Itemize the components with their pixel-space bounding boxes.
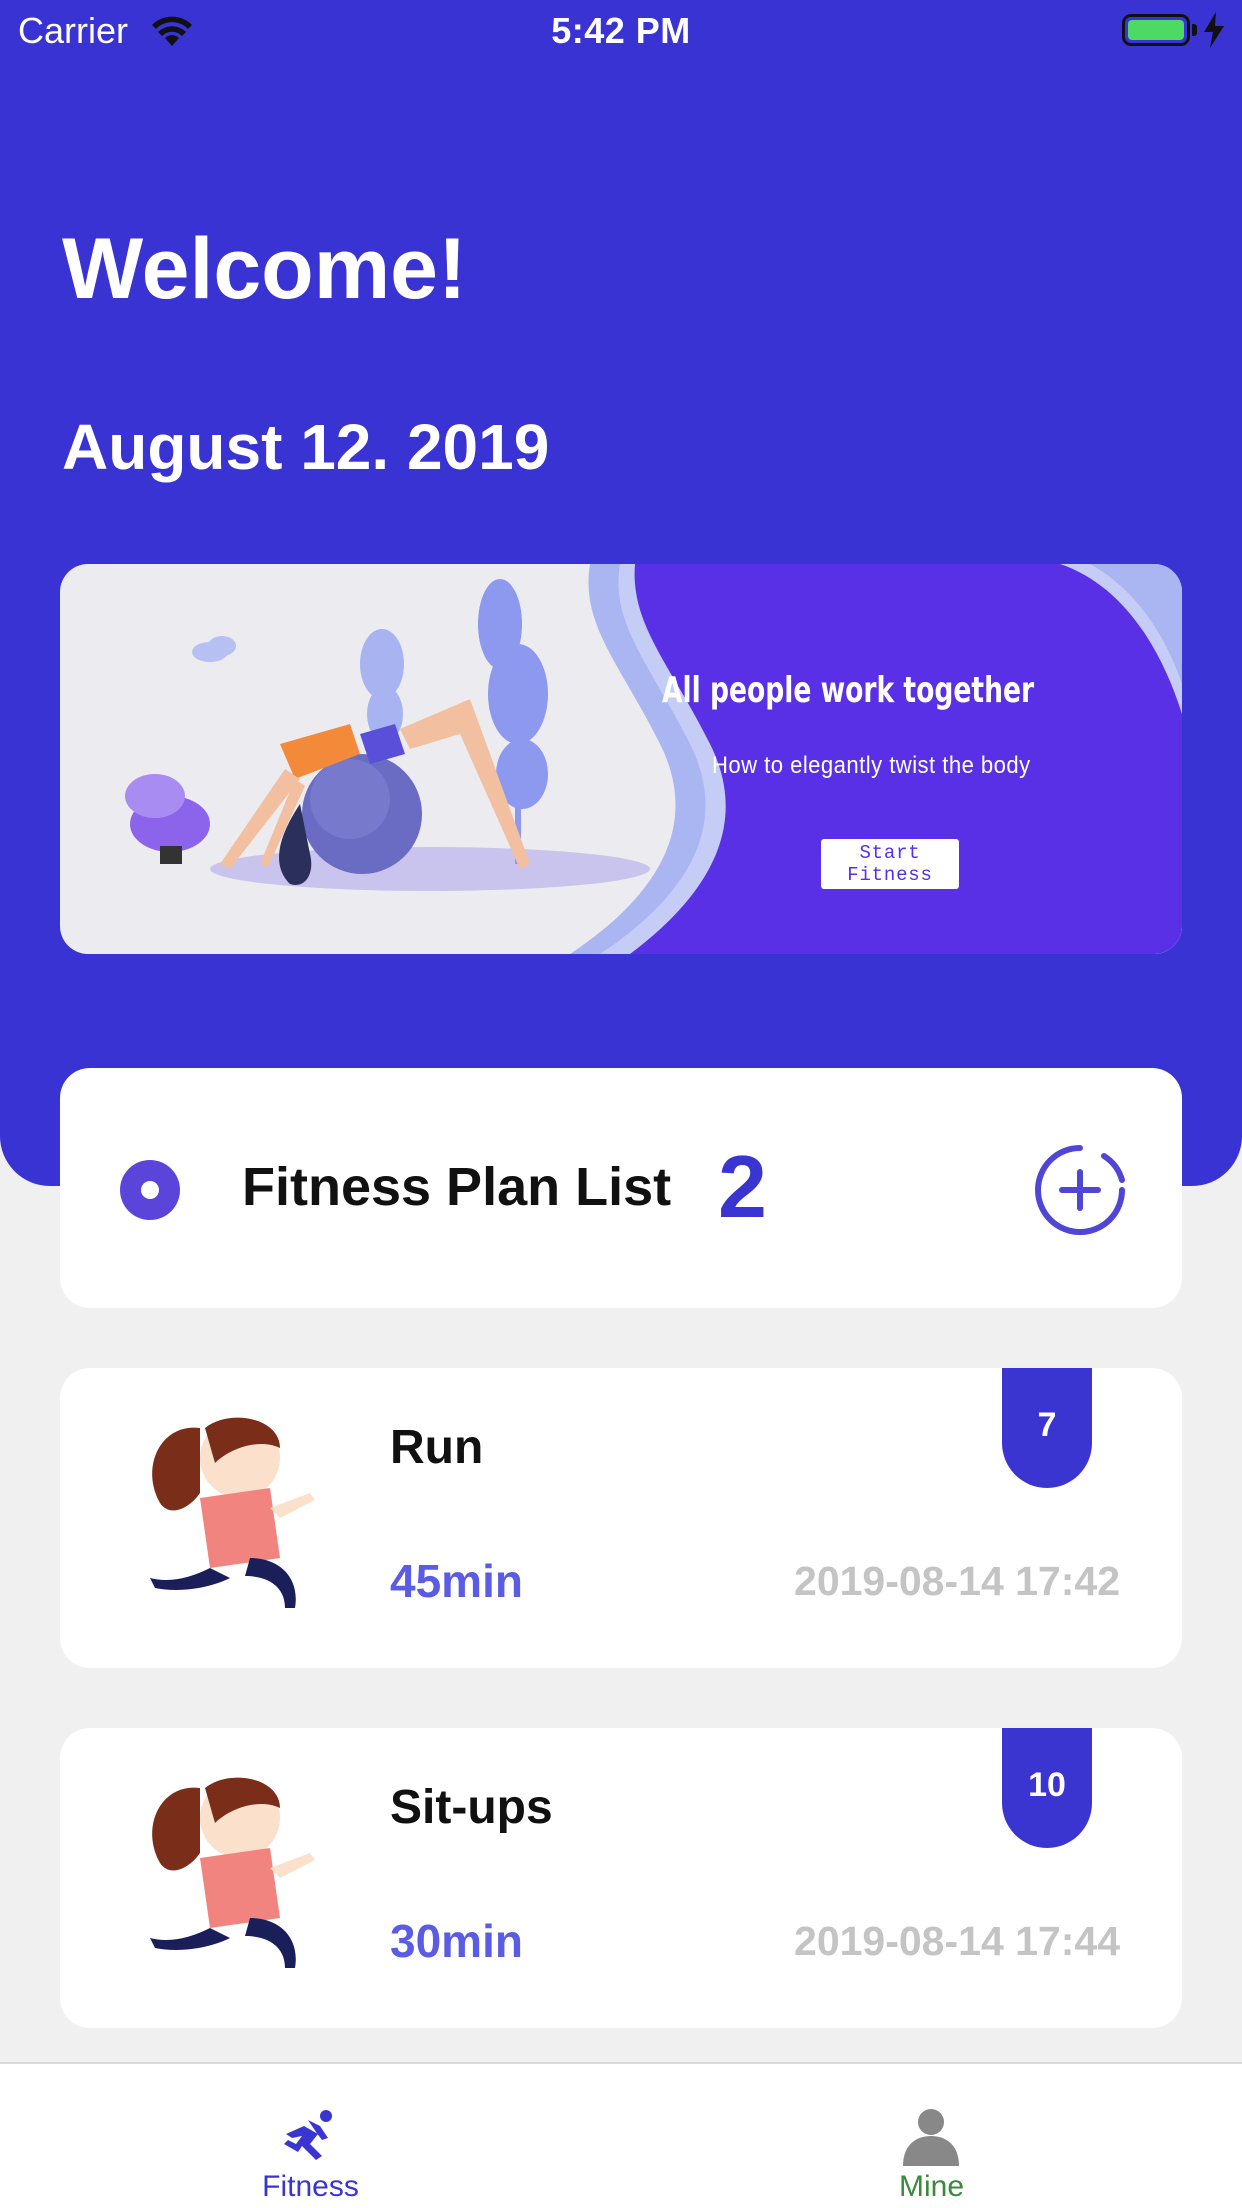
- runner-girl-icon: [150, 1417, 315, 1608]
- item-timestamp: 2019-08-14 17:42: [794, 1558, 1120, 1604]
- plan-item[interactable]: Run 45min 2019-08-14 17:42 7: [60, 1368, 1182, 1668]
- item-duration: 30min: [390, 1915, 523, 1967]
- charging-bolt-icon: [1204, 12, 1224, 48]
- item-name: Run: [390, 1421, 484, 1474]
- plan-item[interactable]: Sit-ups 30min 2019-08-14 17:44 10: [60, 1728, 1182, 2028]
- banner-subtitle: How to elegantly twist the body: [712, 752, 1031, 779]
- person-icon: [903, 2109, 959, 2166]
- runner-girl-icon: [150, 1777, 315, 1968]
- plan-list-title: Fitness Plan List: [242, 1157, 672, 1217]
- banner-title: All people work together: [662, 670, 1035, 711]
- tab-fitness[interactable]: Fitness: [0, 2064, 621, 2208]
- item-count-badge: 10: [1002, 1728, 1092, 1848]
- tab-mine[interactable]: Mine: [621, 2064, 1242, 2208]
- battery-icon: [1122, 14, 1190, 46]
- date-label: August 12. 2019: [62, 411, 550, 483]
- item-name: Sit-ups: [390, 1781, 553, 1834]
- start-fitness-button[interactable]: Start Fitness: [821, 839, 959, 889]
- tab-mine-label: Mine: [898, 2170, 965, 2203]
- welcome-heading: Welcome!: [62, 221, 467, 317]
- running-icon: [284, 2110, 332, 2160]
- battery-cap: [1192, 24, 1197, 36]
- plan-list-card: Fitness Plan List 2: [60, 1068, 1182, 1308]
- plan-count: 2: [718, 1137, 767, 1236]
- clock: 5:42 PM: [551, 10, 691, 51]
- status-bar: Carrier 5:42 PM: [0, 0, 1242, 60]
- promo-banner[interactable]: All people work together How to elegantl…: [60, 564, 1182, 954]
- tab-bar: Fitness Mine: [0, 2062, 1242, 2208]
- item-duration: 45min: [390, 1555, 523, 1607]
- item-count-badge: 7: [1002, 1368, 1092, 1488]
- tab-fitness-label: Fitness: [262, 2170, 359, 2203]
- item-timestamp: 2019-08-14 17:44: [794, 1918, 1120, 1964]
- add-plan-button[interactable]: [1034, 1144, 1126, 1236]
- radio-dot-icon: [120, 1160, 180, 1220]
